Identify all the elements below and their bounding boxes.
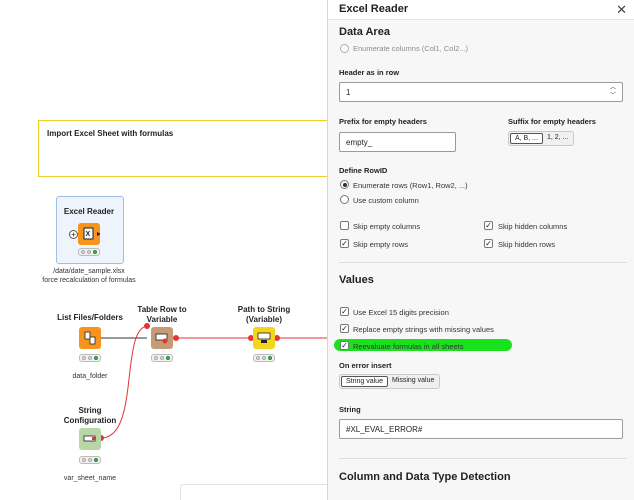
node-status-indicator — [253, 354, 275, 362]
prefix-empty-headers-input[interactable]: empty_ — [339, 132, 456, 152]
node-title-line2: Configuration — [63, 416, 117, 425]
string-label: String — [339, 405, 361, 414]
table-to-variable-icon — [155, 333, 168, 344]
variable-port-icon[interactable]: + — [69, 230, 78, 239]
node-title-line2: (Variable) — [245, 315, 282, 324]
node-path-to-string[interactable]: Path to String (Variable) — [209, 305, 319, 362]
header-row-stepper[interactable]: 1 ︿ ﹀ — [339, 82, 623, 102]
checkbox-skip-hidden-rows[interactable]: ✓ — [484, 239, 493, 248]
path-to-string-icon[interactable] — [253, 327, 275, 349]
dialog-title: Excel Reader — [339, 3, 409, 15]
suffix-empty-headers-label: Suffix for empty headers — [508, 117, 596, 126]
reevaluate-formulas-label: Reevaluate formulas in all sheets — [353, 342, 464, 351]
checkbox-skip-empty-columns[interactable] — [340, 221, 349, 230]
section-heading-values: Values — [339, 274, 374, 286]
node-label: var_sheet_name — [63, 475, 117, 482]
checkbox-reevaluate-formulas[interactable]: ✓ — [340, 341, 349, 350]
section-divider — [339, 262, 627, 263]
node-excel-reader[interactable]: Excel Reader X + /data/date_sample.xlsx … — [34, 207, 144, 284]
excel-15-digits-label: Use Excel 15 digits precision — [353, 308, 449, 317]
skip-empty-rows-label: Skip empty rows — [353, 240, 409, 249]
close-icon[interactable]: ✕ — [616, 2, 627, 18]
file-list-icon — [84, 331, 96, 345]
converter-icon — [257, 332, 271, 343]
suffix-option-numbers[interactable]: 1, 2, ... — [543, 133, 572, 144]
node-status-indicator — [78, 248, 100, 256]
header-as-in-row-label: Header as in row — [339, 68, 400, 77]
node-title-line1: String — [78, 406, 102, 415]
section-heading-detection: Column and Data Type Detection — [339, 471, 511, 483]
radio-enumerate-columns[interactable] — [340, 44, 349, 53]
string-config-icon[interactable] — [79, 428, 101, 450]
configuration-icon — [83, 435, 96, 442]
node-string-configuration[interactable]: String Configuration var_sheet_name — [35, 406, 145, 482]
checkbox-excel-15-digits[interactable]: ✓ — [340, 307, 349, 316]
suffix-toggle-group[interactable]: A, B, ... 1, 2, ... — [508, 131, 575, 146]
on-error-option-string[interactable]: String value — [341, 376, 388, 387]
skip-hidden-columns-label: Skip hidden columns — [498, 222, 568, 231]
suffix-option-letters[interactable]: A, B, ... — [510, 133, 543, 144]
checkbox-skip-hidden-columns[interactable]: ✓ — [484, 221, 493, 230]
flow-variable-port[interactable] — [173, 335, 179, 341]
node-title-line2: Variable — [146, 315, 178, 324]
error-string-input[interactable]: #XL_EVAL_ERROR# — [339, 419, 623, 439]
header-row-value: 1 — [346, 87, 351, 97]
enumerate-columns-label: Enumerate columns (Col1, Col2...) — [353, 44, 469, 53]
replace-empty-strings-label: Replace empty strings with missing value… — [353, 325, 494, 334]
define-rowid-label: Define RowID — [339, 166, 388, 175]
node-title-line1: Path to String — [237, 305, 291, 314]
node-table-row-to-variable[interactable]: Table Row to Variable — [107, 305, 217, 362]
radio-use-custom-column[interactable] — [340, 195, 349, 204]
node-label: data_folder — [72, 373, 108, 380]
skip-hidden-rows-label: Skip hidden rows — [498, 240, 556, 249]
table-row-icon[interactable] — [151, 327, 173, 349]
list-files-icon[interactable] — [79, 327, 101, 349]
radio-enumerate-rows[interactable] — [340, 180, 349, 189]
node-dialog-panel: Excel Reader ✕ Data Area Enumerate colum… — [327, 0, 634, 500]
node-status-indicator — [79, 456, 101, 464]
section-divider — [339, 458, 627, 459]
node-label-line2: force recalculation of formulas — [42, 277, 136, 284]
checkbox-skip-empty-rows[interactable]: ✓ — [340, 239, 349, 248]
section-heading-data-area: Data Area — [339, 26, 390, 38]
bottom-toolbar-fragment — [180, 484, 327, 500]
workflow-canvas[interactable]: Import Excel Sheet with formulas Excel R… — [0, 0, 327, 500]
enumerate-rows-label: Enumerate rows (Row1, Row2, ...) — [353, 181, 468, 190]
stepper-arrows-icon[interactable]: ︿ ﹀ — [608, 84, 618, 100]
on-error-insert-label: On error insert — [339, 361, 392, 370]
prefix-empty-headers-label: Prefix for empty headers — [339, 117, 427, 126]
use-custom-column-label: Use custom column — [353, 196, 419, 205]
on-error-toggle-group[interactable]: String value Missing value — [339, 374, 441, 389]
checkbox-replace-empty-strings[interactable]: ✓ — [340, 324, 349, 333]
spreadsheet-icon: X — [83, 227, 101, 240]
error-string-value: #XL_EVAL_ERROR# — [346, 424, 423, 434]
node-status-indicator — [151, 354, 173, 362]
node-label-line1: /data/date_sample.xlsx — [53, 268, 125, 275]
skip-empty-columns-label: Skip empty columns — [353, 222, 421, 231]
prefix-value: empty_ — [346, 137, 373, 147]
dialog-header: Excel Reader ✕ — [328, 0, 634, 20]
node-title: Excel Reader — [63, 207, 115, 216]
svg-text:X: X — [86, 231, 91, 238]
node-title-line1: Table Row to — [137, 305, 187, 314]
node-status-indicator — [79, 354, 101, 362]
on-error-option-missing[interactable]: Missing value — [388, 376, 438, 387]
excel-reader-icon[interactable]: X — [78, 223, 101, 245]
